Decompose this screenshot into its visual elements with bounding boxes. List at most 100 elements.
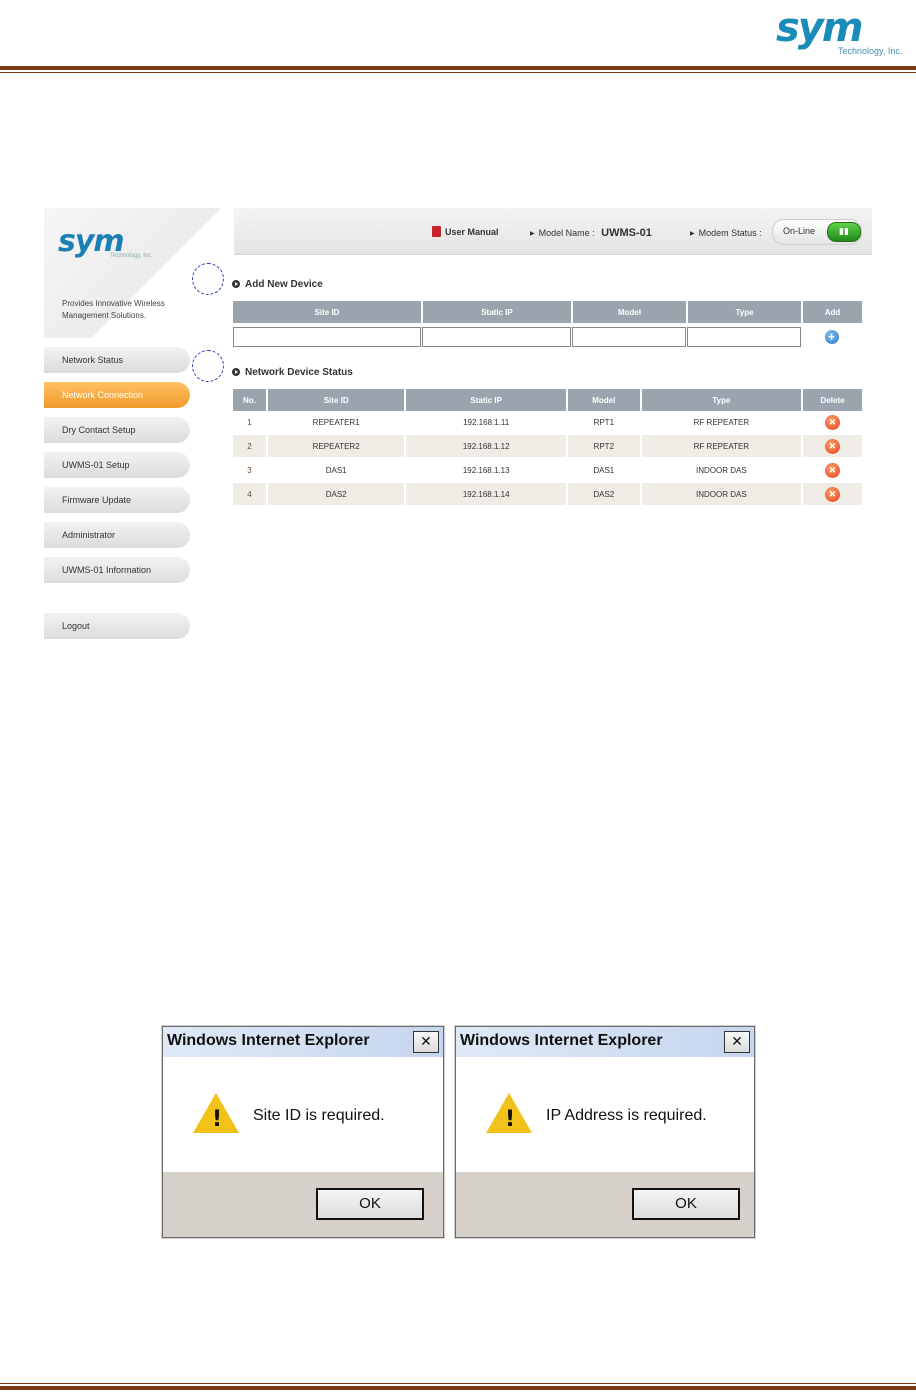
column-header: Model — [572, 301, 688, 323]
add-device-button[interactable]: + — [824, 330, 839, 344]
web-admin-screenshot: sym Technology, Inc. Provides Innovative… — [44, 208, 872, 648]
model-name-value: UWMS-01 — [601, 227, 652, 239]
column-header: Site ID — [266, 389, 407, 411]
ok-button[interactable]: OK — [316, 1188, 424, 1220]
dialog-footer: OK — [163, 1172, 443, 1237]
column-header: Model — [566, 389, 642, 411]
model-name: ▶ Model Name : UWMS-01 — [530, 227, 652, 239]
delete-icon[interactable]: ✕ — [825, 462, 841, 478]
row-model: RPT1 — [566, 411, 642, 435]
row-site-id: DAS2 — [266, 482, 407, 507]
row-site-id: DAS1 — [266, 458, 407, 483]
close-icon[interactable]: ✕ — [413, 1031, 439, 1053]
add-device-table: Site ID Static IP Model Type Add + — [233, 301, 862, 348]
dialog-footer: OK — [456, 1172, 754, 1237]
site-id-cell — [233, 323, 422, 348]
menu-network-status[interactable]: Network Status — [44, 347, 190, 373]
bullet-icon — [232, 280, 240, 288]
model-name-label: Model Name : — [538, 228, 595, 238]
static-ip-input[interactable] — [422, 327, 571, 347]
pdf-icon — [432, 226, 441, 237]
dialog-title: Windows Internet Explorer — [167, 1032, 370, 1049]
column-header: No. — [233, 389, 268, 411]
menu-dry-contact-setup[interactable]: Dry Contact Setup — [44, 417, 190, 443]
add-cell: + — [802, 323, 862, 348]
row-type: INDOOR DAS — [640, 458, 804, 483]
column-header: Static IP — [405, 389, 568, 411]
dialog-message: Site ID is required. — [253, 1107, 385, 1124]
table-row: 2 REPEATER2 192.168.1.12 RPT2 RF REPEATE… — [233, 434, 862, 459]
row-model: RPT2 — [566, 434, 642, 459]
column-header: Static IP — [422, 301, 573, 323]
app-logo-subtitle: Technology, Inc. — [110, 253, 153, 259]
delete-icon[interactable]: ✕ — [825, 486, 841, 502]
bullet-icon: ▶ — [690, 231, 695, 237]
dialog-title-bar: Windows Internet Explorer ✕ — [456, 1027, 754, 1057]
row-static-ip: 192.168.1.13 — [405, 458, 568, 483]
footer-rule-thin — [0, 1383, 916, 1384]
menu-uwms-setup[interactable]: UWMS-01 Setup — [44, 452, 190, 478]
dialog-body: ! IP Address is required. — [456, 1057, 754, 1172]
warning-icon-mark: ! — [212, 1107, 223, 1132]
menu-uwms-information[interactable]: UWMS-01 Information — [44, 557, 190, 583]
table-row: 3 DAS1 192.168.1.13 DAS1 INDOOR DAS ✕ — [233, 458, 862, 483]
menu-logout[interactable]: Logout — [44, 613, 190, 639]
ok-button[interactable]: OK — [632, 1188, 740, 1220]
row-number: 1 — [233, 411, 268, 435]
menu-firmware-update[interactable]: Firmware Update — [44, 487, 190, 513]
row-static-ip: 192.168.1.12 — [405, 434, 568, 459]
bullet-icon: ▶ — [530, 231, 535, 237]
device-status-title: Network Device Status — [232, 367, 353, 378]
modem-status-indicator: On-Line ▮▮ — [772, 219, 862, 245]
company-logo-text: sym — [776, 5, 864, 51]
callout-circle-1 — [192, 263, 224, 295]
warning-icon-mark: ! — [505, 1107, 516, 1132]
static-ip-cell — [422, 323, 572, 348]
row-type: RF REPEATER — [640, 411, 804, 435]
footer-rule — [0, 1386, 916, 1390]
delete-icon[interactable]: ✕ — [825, 414, 841, 430]
row-number: 3 — [233, 458, 268, 483]
row-site-id: REPEATER1 — [266, 411, 407, 435]
alert-dialog-ip-address: Windows Internet Explorer ✕ ! IP Address… — [455, 1026, 755, 1238]
row-delete-cell: ✕ — [802, 482, 862, 507]
close-icon[interactable]: ✕ — [724, 1031, 750, 1053]
row-type: RF REPEATER — [640, 434, 804, 459]
column-header: Type — [640, 389, 804, 411]
table-row: 4 DAS2 192.168.1.14 DAS2 INDOOR DAS ✕ — [233, 482, 862, 507]
column-header: Delete — [802, 389, 862, 411]
row-static-ip: 192.168.1.14 — [405, 482, 568, 507]
row-model: DAS2 — [566, 482, 642, 507]
modem-status: ▶ Modem Status : — [690, 228, 762, 238]
type-cell — [687, 323, 802, 348]
type-input[interactable] — [687, 327, 801, 347]
model-cell — [572, 323, 687, 348]
bullet-icon — [232, 368, 240, 376]
header-rule — [0, 66, 916, 70]
delete-icon[interactable]: ✕ — [825, 438, 841, 454]
alert-dialog-site-id: Windows Internet Explorer ✕ ! Site ID is… — [162, 1026, 444, 1238]
row-number: 2 — [233, 434, 268, 459]
row-type: INDOOR DAS — [640, 482, 804, 507]
site-id-input[interactable] — [233, 327, 421, 347]
company-logo-subtitle: Technology, Inc. — [838, 46, 903, 56]
user-manual-label: User Manual — [445, 227, 499, 237]
row-delete-cell: ✕ — [802, 434, 862, 459]
column-header: Site ID — [233, 301, 423, 323]
device-status-title-text: Network Device Status — [245, 367, 353, 378]
dialog-body: ! Site ID is required. — [163, 1057, 443, 1172]
dialog-title: Windows Internet Explorer — [460, 1032, 663, 1049]
add-device-title-text: Add New Device — [245, 279, 323, 290]
menu-network-connection[interactable]: Network Connection — [44, 382, 190, 408]
menu-administrator[interactable]: Administrator — [44, 522, 190, 548]
header-rule-thin — [0, 72, 916, 73]
row-number: 4 — [233, 482, 268, 507]
dialog-message: IP Address is required. — [546, 1107, 707, 1124]
user-manual-link[interactable]: User Manual — [432, 226, 499, 237]
row-delete-cell: ✕ — [802, 411, 862, 435]
dialog-title-bar: Windows Internet Explorer ✕ — [163, 1027, 443, 1057]
modem-status-value: On-Line — [783, 226, 816, 236]
row-model: DAS1 — [566, 458, 642, 483]
model-input[interactable] — [572, 327, 686, 347]
signal-icon: ▮▮ — [827, 222, 861, 242]
